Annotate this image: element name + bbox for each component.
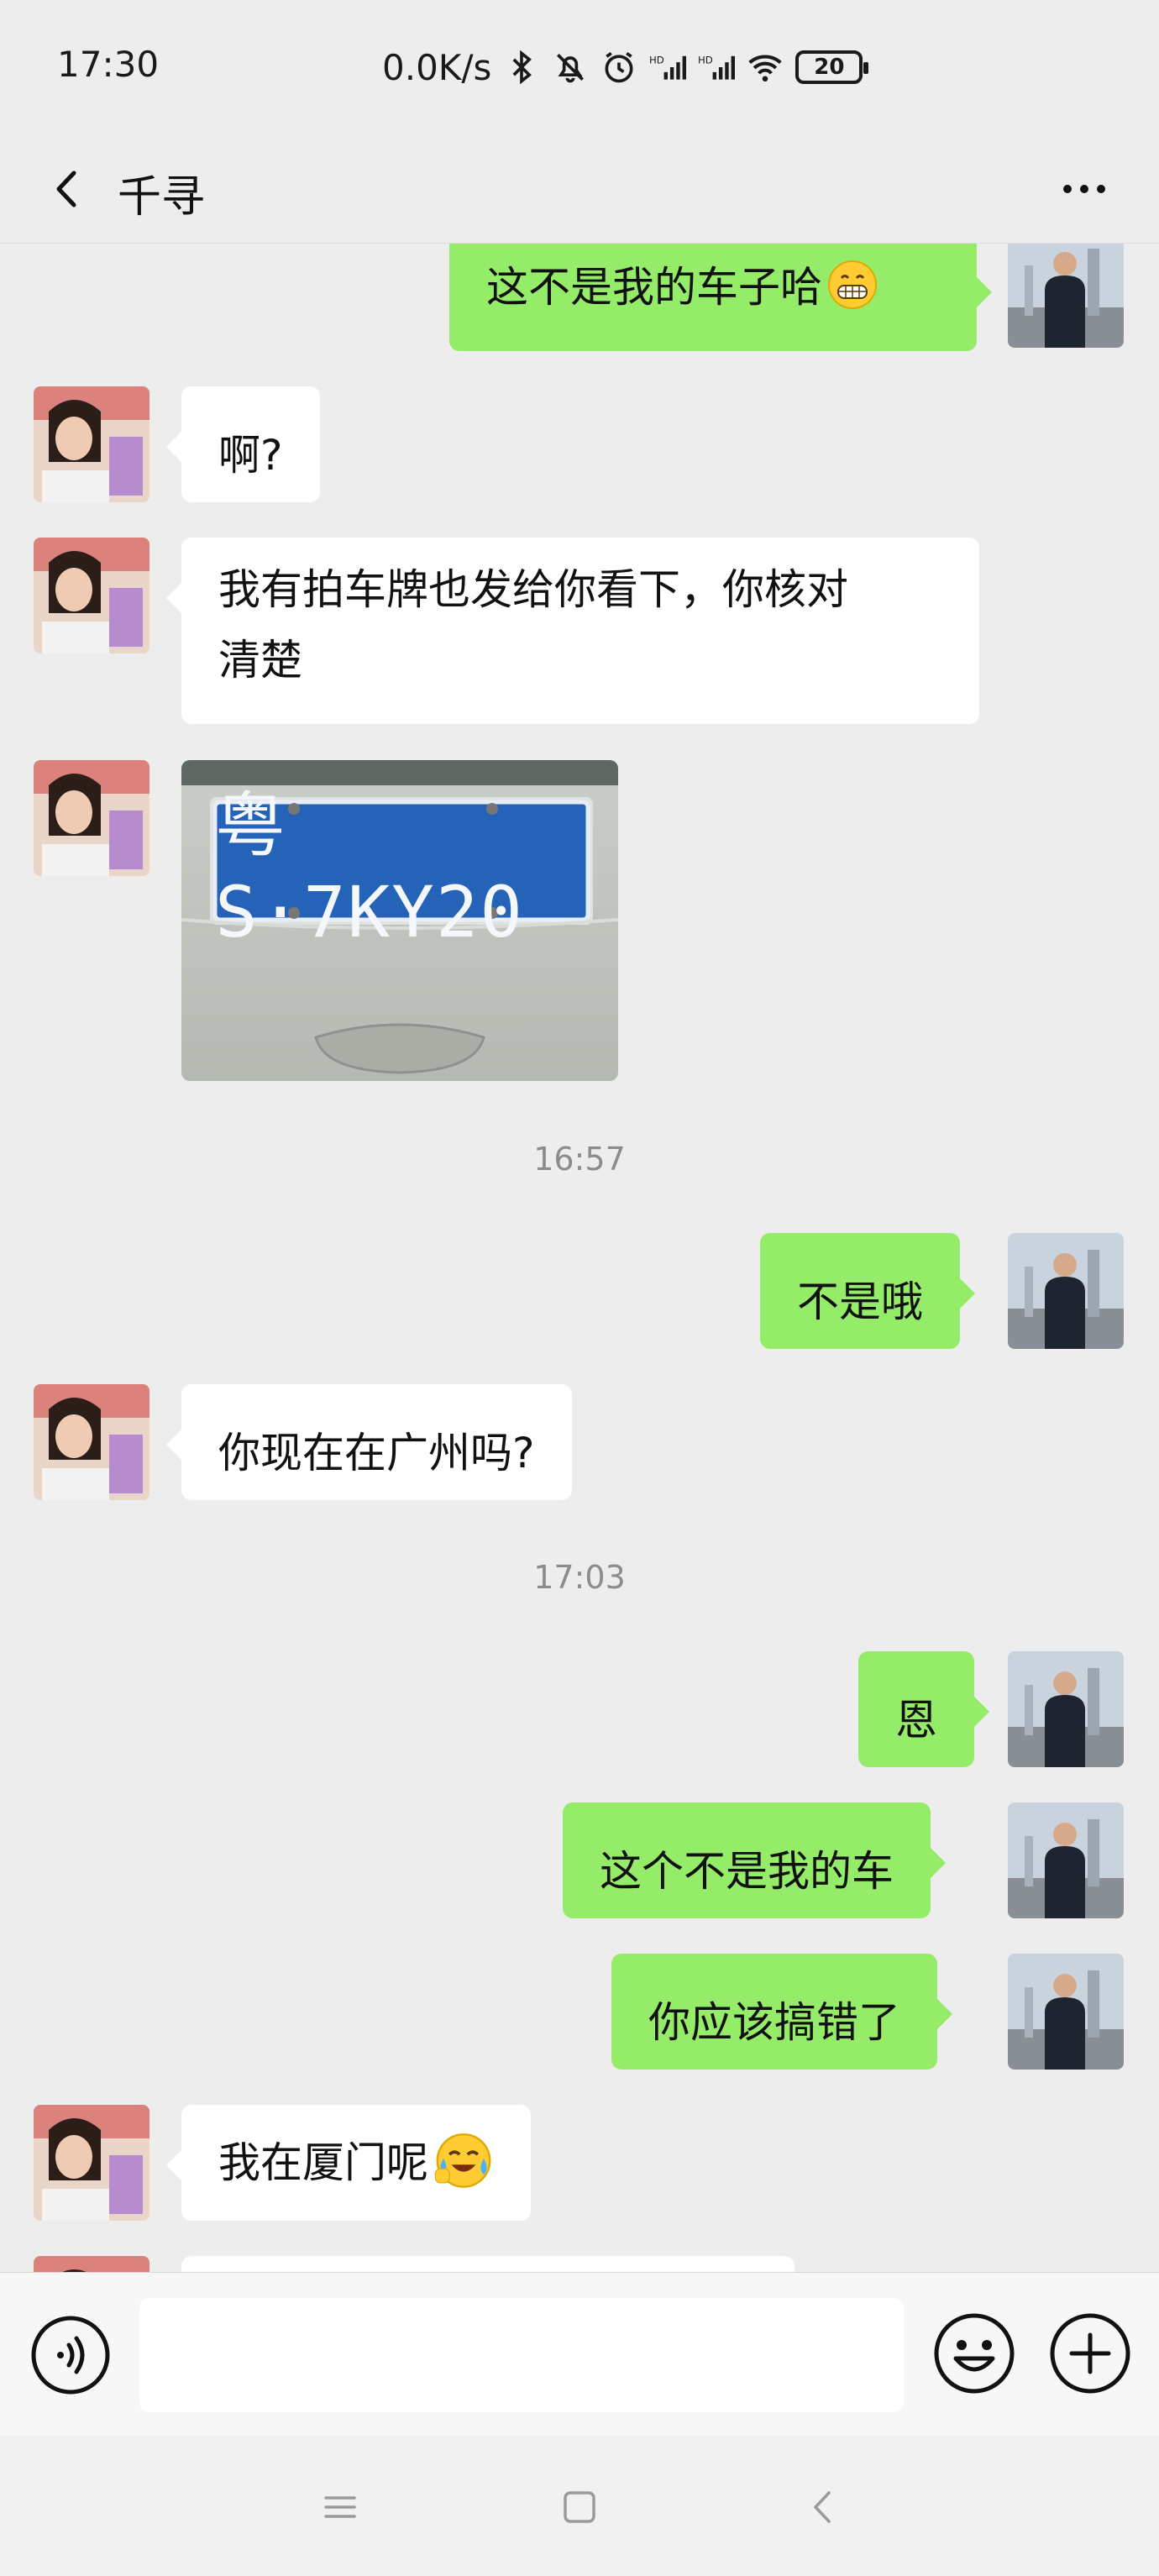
message-text: 你应该搞错了 <box>648 1998 900 2047</box>
system-nav-bar <box>0 2436 1159 2576</box>
man-portrait-icon <box>1008 1233 1124 1349</box>
contact-avatar[interactable] <box>34 1384 149 1500</box>
message-bubble-incoming[interactable] <box>181 2256 795 2272</box>
chevron-left-icon[interactable] <box>34 151 109 227</box>
message-text-line: 我有拍车牌也发给你看下，你核对 <box>218 565 848 614</box>
man-portrait-icon <box>1008 244 1124 348</box>
my-avatar[interactable] <box>1008 244 1124 348</box>
wechat-chat-screen: 17:30 0.0K/s HD HD 20 千寻 这不是我的车子哈 啊? 我有拍… <box>0 0 1159 2576</box>
smile-icon[interactable] <box>932 2311 1016 2395</box>
message-bubble-incoming[interactable]: 你现在在广州吗? <box>166 1384 572 1500</box>
more-dots-icon[interactable] <box>1046 151 1122 227</box>
message-bubble-incoming[interactable]: 啊? <box>166 386 320 502</box>
alarm-icon <box>605 51 633 83</box>
grimace-emoji-icon <box>828 260 877 309</box>
battery-icon: 20 <box>795 50 869 84</box>
wifi-icon <box>748 55 783 82</box>
home-icon[interactable] <box>550 2478 609 2537</box>
contact-avatar[interactable] <box>34 760 149 876</box>
message-text: 啊? <box>218 431 283 480</box>
license-plate-text: 粤S·7KY20 <box>215 784 522 953</box>
hd-signal-icon: HD <box>649 55 687 80</box>
message-text: 不是哦 <box>797 1278 923 1326</box>
message-text: 恩 <box>895 1696 937 1744</box>
status-time: 17:30 <box>57 44 160 85</box>
woman-portrait-icon <box>34 760 149 876</box>
crying-laughing-emoji-icon <box>434 2133 491 2188</box>
status-icons: 0.0K/s HD HD 20 <box>382 42 869 92</box>
woman-portrait-icon <box>34 2256 149 2272</box>
message-bubble-outgoing[interactable]: 恩 <box>858 1651 989 1767</box>
message-list[interactable]: 这不是我的车子哈 啊? 我有拍车牌也发给你看下，你核对 清楚 粤 16:57 不… <box>0 244 1159 2272</box>
message-text-line: 清楚 <box>218 636 302 685</box>
timestamp: 17:03 <box>533 1559 626 1596</box>
bluetooth-icon <box>512 50 532 85</box>
message-text: 这不是我的车子哈 <box>486 263 822 312</box>
my-avatar[interactable] <box>1008 1954 1124 2070</box>
message-bubble-incoming[interactable]: 我有拍车牌也发给你看下，你核对 清楚 <box>166 538 979 724</box>
message-bubble-incoming[interactable]: 我在厦门呢 <box>166 2105 531 2221</box>
message-bubble-outgoing[interactable]: 不是哦 <box>760 1233 975 1349</box>
message-bubble-outgoing[interactable]: 你应该搞错了 <box>611 1954 952 2070</box>
message-text: 你现在在广州吗? <box>218 1429 535 1477</box>
woman-portrait-icon <box>34 2105 149 2221</box>
woman-portrait-icon <box>34 538 149 653</box>
my-avatar[interactable] <box>1008 1651 1124 1767</box>
input-bar <box>0 2272 1159 2436</box>
status-bar: 17:30 0.0K/s HD HD 20 <box>0 0 1159 134</box>
message-bubble-outgoing[interactable]: 这不是我的车子哈 <box>449 244 992 351</box>
man-portrait-icon <box>1008 1954 1124 2070</box>
my-avatar[interactable] <box>1008 1802 1124 1918</box>
hd-signal-icon: HD <box>698 55 736 80</box>
man-portrait-icon <box>1008 1802 1124 1918</box>
contact-avatar[interactable] <box>34 538 149 653</box>
plus-icon[interactable] <box>1048 2311 1132 2395</box>
woman-portrait-icon <box>34 1384 149 1500</box>
message-bubble-outgoing[interactable]: 这个不是我的车 <box>563 1802 946 1918</box>
voice-icon[interactable] <box>30 2315 111 2395</box>
net-speed: 0.0K/s <box>382 46 492 88</box>
contact-avatar[interactable] <box>34 386 149 502</box>
message-input[interactable] <box>139 2298 904 2412</box>
chat-header: 千寻 <box>0 134 1159 244</box>
svg-text:HD: HD <box>649 55 664 66</box>
contact-avatar[interactable] <box>34 2256 149 2272</box>
message-text: 我在厦门呢 <box>218 2138 428 2187</box>
menu-icon[interactable] <box>311 2478 370 2537</box>
back-icon[interactable] <box>794 2478 852 2537</box>
chat-title: 千寻 <box>118 172 206 223</box>
message-text: 这个不是我的车 <box>600 1847 894 1896</box>
contact-avatar[interactable] <box>34 2105 149 2221</box>
man-portrait-icon <box>1008 1651 1124 1767</box>
timestamp: 16:57 <box>533 1141 626 1178</box>
woman-portrait-icon <box>34 386 149 502</box>
svg-text:HD: HD <box>698 55 713 66</box>
mute-icon <box>557 54 585 83</box>
my-avatar[interactable] <box>1008 1233 1124 1349</box>
